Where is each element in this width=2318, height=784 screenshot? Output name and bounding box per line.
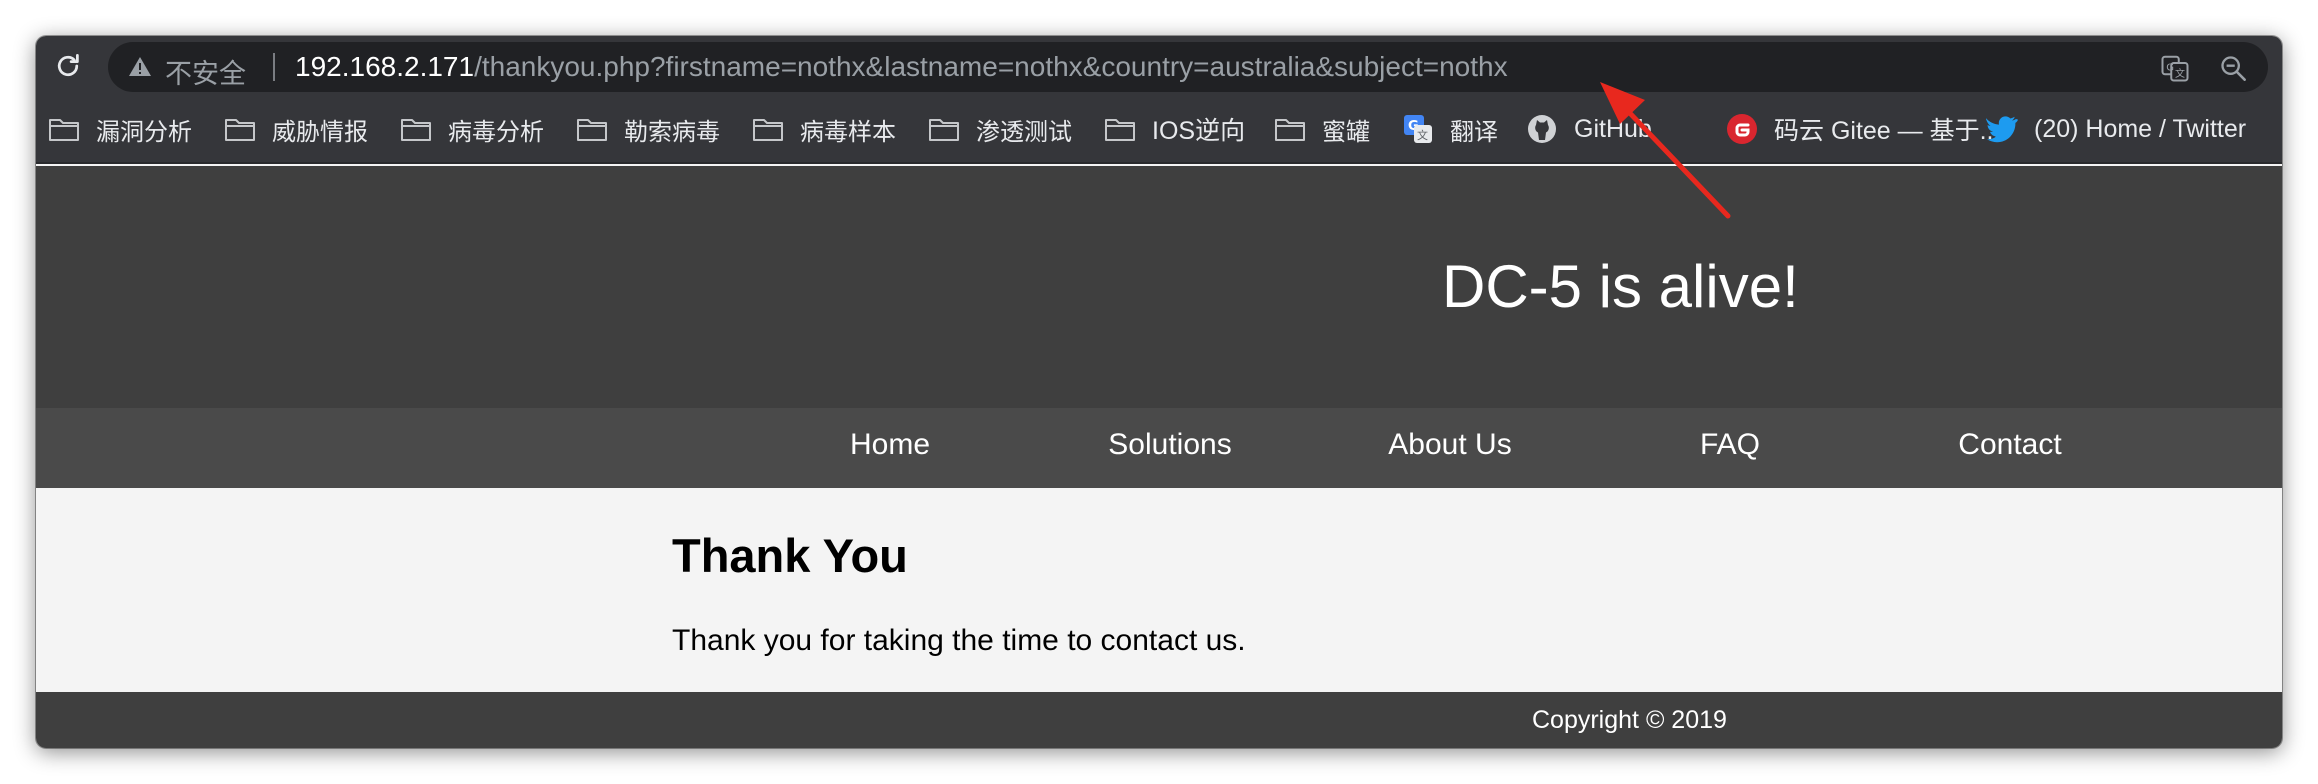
site-footer: Copyright © 2019	[36, 692, 2282, 748]
bookmark-label: 病毒分析	[448, 117, 544, 146]
reload-button[interactable]	[46, 44, 90, 88]
nav-link-home[interactable]: Home	[790, 428, 990, 462]
zoom-button[interactable]	[2216, 51, 2250, 85]
zoom-out-icon	[2221, 56, 2246, 81]
site-title: DC-5 is alive!	[1442, 253, 1799, 320]
bookmark-gitee[interactable]: 码云 Gitee — 基于...	[1726, 113, 2000, 145]
bookmark-label: GitHub	[1574, 114, 1652, 143]
bookmark-label: 翻译	[1450, 117, 1498, 146]
github-icon	[1528, 115, 1556, 143]
warning-icon	[129, 57, 151, 76]
nav-link-faq[interactable]: FAQ	[1630, 428, 1830, 462]
bookmark-label: 蜜罐	[1322, 117, 1370, 146]
twitter-icon	[1986, 116, 2018, 143]
bookmark-label: 病毒样本	[800, 117, 896, 146]
svg-text:G: G	[2166, 63, 2174, 74]
bookmarks-bar: 漏洞分析 威胁情报 病毒分析 勒索病毒 病毒样本 渗透测试 IOS逆向 蜜罐 G…	[36, 96, 2282, 164]
bookmark-translate[interactable]: G 文 翻译	[1402, 113, 1498, 146]
address-bar[interactable]: 不安全 192.168.2.171/thankyou.php?firstname…	[108, 42, 2268, 92]
bookmark-label: 威胁情报	[272, 117, 368, 146]
site-nav: Home Solutions About Us FAQ Contact	[36, 408, 2282, 488]
nav-link-solutions[interactable]: Solutions	[1070, 428, 1270, 462]
svg-text:文: 文	[2175, 67, 2185, 80]
gitee-icon	[1727, 114, 1757, 144]
browser-window: 不安全 192.168.2.171/thankyou.php?firstname…	[36, 36, 2282, 748]
svg-text:文: 文	[1417, 128, 1428, 142]
bookmark-folder[interactable]: 勒索病毒	[576, 113, 720, 146]
bookmark-label: 渗透测试	[976, 117, 1072, 146]
page-content: Thank You Thank you for taking the time …	[36, 488, 2282, 692]
bookmark-star-button[interactable]	[2280, 51, 2282, 85]
bookmark-folder[interactable]: 病毒样本	[752, 113, 896, 146]
bookmark-folder[interactable]: 蜜罐	[1274, 113, 1370, 146]
bookmark-label: IOS逆向	[1152, 117, 1246, 145]
url-text[interactable]: 192.168.2.171/thankyou.php?firstname=not…	[295, 52, 1508, 82]
nav-link-about-us[interactable]: About Us	[1350, 428, 1550, 462]
url-host: 192.168.2.171	[295, 51, 475, 82]
folder-icon	[929, 119, 959, 141]
bookmark-label: 码云 Gitee — 基于...	[1774, 117, 2001, 145]
folder-icon	[225, 119, 255, 141]
bookmark-label: 勒索病毒	[624, 117, 720, 146]
translate-icon: G 文	[2161, 55, 2189, 82]
url-path: /thankyou.php?firstname=nothx&lastname=n…	[474, 51, 1508, 82]
browser-toolbar: 不安全 192.168.2.171/thankyou.php?firstname…	[36, 36, 2282, 96]
thank-you-message: Thank you for taking the time to contact…	[672, 624, 1246, 657]
bookmark-twitter[interactable]: (20) Home / Twitter	[1986, 113, 2246, 145]
url-divider	[273, 53, 275, 81]
site-header: DC-5 is alive!	[36, 166, 2282, 408]
security-status-label[interactable]: 不安全	[165, 52, 246, 91]
translate-page-button[interactable]: G 文	[2158, 51, 2192, 85]
bookmark-label: 漏洞分析	[96, 117, 192, 146]
nav-link-contact[interactable]: Contact	[1910, 428, 2110, 462]
copyright-text: Copyright © 2019	[1532, 706, 1727, 734]
bookmark-folder[interactable]: 渗透测试	[928, 113, 1072, 146]
bookmark-github[interactable]: GitHub	[1526, 113, 1652, 145]
google-translate-icon: G 文	[1404, 115, 1432, 143]
bookmark-folder[interactable]: IOS逆向	[1104, 113, 1245, 145]
folder-icon	[753, 119, 783, 141]
bookmark-label: (20) Home / Twitter	[2034, 114, 2247, 143]
folder-icon	[49, 119, 79, 141]
reload-icon	[57, 54, 79, 77]
bookmark-folder[interactable]: 漏洞分析	[48, 113, 192, 146]
page-title: Thank You	[672, 529, 908, 582]
folder-icon	[1275, 119, 1305, 141]
bookmark-folder[interactable]: 威胁情报	[224, 113, 368, 146]
bookmark-folder[interactable]: 病毒分析	[400, 113, 544, 146]
folder-icon	[1105, 119, 1135, 141]
folder-icon	[577, 119, 607, 141]
folder-icon	[401, 119, 431, 141]
